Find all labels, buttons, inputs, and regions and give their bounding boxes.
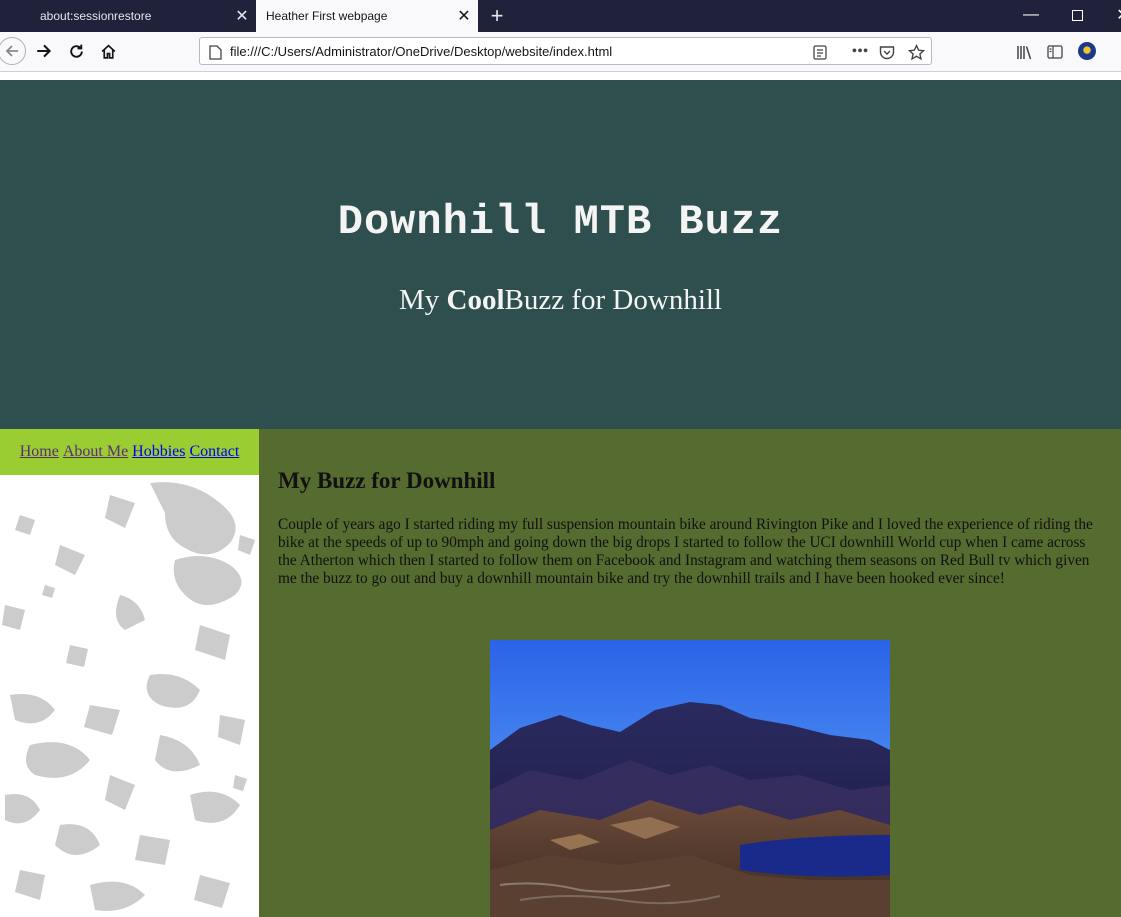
reader-view-icon[interactable] <box>810 42 830 62</box>
main-content: My Buzz for Downhill Couple of years ago… <box>259 429 1121 917</box>
close-icon[interactable]: ✕ <box>450 0 478 32</box>
window-close-icon[interactable]: ✕ <box>1100 0 1121 30</box>
new-tab-icon[interactable]: + <box>484 0 510 32</box>
subtitle-prefix: My <box>398 284 447 316</box>
tab-title: Heather First webpage <box>266 9 388 23</box>
site-header: Downhill MTB Buzz My CoolBuzz for Downhi… <box>0 80 1121 429</box>
nav-link-home[interactable]: Home <box>20 443 59 461</box>
library-icon[interactable] <box>1013 41 1035 63</box>
page-icon[interactable] <box>205 42 225 62</box>
sidebar-icon[interactable] <box>1044 41 1066 63</box>
web-page: Downhill MTB Buzz My CoolBuzz for Downhi… <box>0 80 1121 917</box>
forward-icon[interactable] <box>30 37 58 65</box>
nav-link-contact[interactable]: Contact <box>190 443 240 461</box>
tab-sessionrestore[interactable]: about:sessionrestore ✕ <box>30 0 256 32</box>
nav-link-about-me[interactable]: About Me <box>63 443 128 461</box>
tab-bar: about:sessionrestore ✕ Heather First web… <box>0 0 1121 32</box>
mountain-photo <box>490 640 890 917</box>
url-bar[interactable]: file:///C:/Users/Administrator/OneDrive/… <box>199 37 932 65</box>
maximize-icon[interactable] <box>1054 0 1100 30</box>
reload-icon[interactable] <box>62 37 90 65</box>
subtitle-suffix: Buzz for Downhill <box>504 284 722 316</box>
back-icon[interactable] <box>0 37 26 65</box>
subtitle-bold: Cool <box>446 284 505 316</box>
page-title: Downhill MTB Buzz <box>337 198 784 246</box>
more-icon[interactable]: ••• <box>850 42 870 62</box>
navigation-toolbar: file:///C:/Users/Administrator/OneDrive/… <box>0 32 1121 72</box>
nav-link-hobbies[interactable]: Hobbies <box>132 443 185 461</box>
home-icon[interactable] <box>94 37 122 65</box>
minimize-icon[interactable]: — <box>1008 0 1054 30</box>
site-nav: Home About Me Hobbies Contact <box>0 429 259 475</box>
account-icon[interactable] <box>1078 42 1096 60</box>
main-heading: My Buzz for Downhill <box>278 468 496 493</box>
main-paragraph: Couple of years ago I started riding my … <box>278 516 1093 587</box>
bookmark-star-icon[interactable] <box>906 42 926 62</box>
tab-title: about:sessionrestore <box>40 9 152 23</box>
sidebar-background-pattern <box>0 475 259 917</box>
url-text: file:///C:/Users/Administrator/OneDrive/… <box>230 44 613 59</box>
tab-heather-first-webpage[interactable]: Heather First webpage ✕ <box>256 0 478 32</box>
pocket-icon[interactable] <box>877 42 897 62</box>
page-subtitle: My CoolBuzz for Downhill <box>0 284 1121 317</box>
close-icon[interactable]: ✕ <box>228 0 256 32</box>
